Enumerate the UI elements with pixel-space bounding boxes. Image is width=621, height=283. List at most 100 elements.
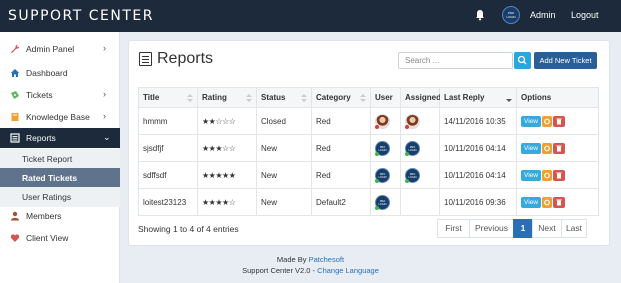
settings-button[interactable]: [542, 196, 552, 208]
sidebar-subitem-rated-tickets[interactable]: Rated Tickets: [0, 168, 120, 188]
column-header-options: Options: [516, 87, 599, 108]
pager-page-1[interactable]: 1: [513, 219, 533, 238]
user-avatar[interactable]: PRO LOGIN: [375, 167, 390, 183]
user-avatar[interactable]: PRO LOGIN: [375, 194, 390, 210]
app-title[interactable]: SUPPORT CENTER: [8, 8, 154, 24]
status-dot: [405, 178, 409, 183]
sort-icon: [246, 94, 252, 102]
cell-rating: ★★★★☆: [197, 188, 257, 216]
gear-icon: [544, 172, 550, 178]
home-icon: [10, 69, 20, 77]
view-button[interactable]: View: [521, 169, 541, 181]
sidebar-item-tickets[interactable]: Tickets ›: [0, 85, 120, 105]
cell-rating: ★★★★★: [197, 161, 257, 189]
table-row: sjsdfjf ★★★☆☆ New Red PRO LOGIN PRO LOGIN …: [138, 134, 599, 162]
cell-options: View: [516, 107, 599, 135]
ticket-icon: [11, 91, 19, 99]
column-header-last-reply[interactable]: Last Reply: [439, 87, 517, 108]
cell-rating: ★★★☆☆: [197, 134, 257, 162]
wrench-icon: [11, 44, 20, 54]
add-new-ticket-button[interactable]: Add New Ticket: [534, 52, 597, 69]
cell-title: hmmm: [138, 107, 198, 135]
heart-icon: [10, 234, 20, 242]
column-header-user[interactable]: User: [370, 87, 401, 108]
logout-link[interactable]: Logout: [571, 10, 599, 20]
search-input[interactable]: [398, 52, 513, 69]
cell-status: New: [256, 134, 312, 162]
patchesoft-link[interactable]: Patchesoft: [309, 255, 344, 264]
status-dot: [405, 151, 409, 156]
assigned-avatar[interactable]: PRO LOGIN: [405, 140, 420, 156]
user-avatar[interactable]: PRO LOGIN: [375, 140, 390, 156]
trash-icon: [556, 199, 562, 205]
sidebar-item-dashboard[interactable]: Dashboard: [0, 63, 120, 83]
gear-icon: [544, 199, 550, 205]
gear-icon: [544, 145, 550, 151]
change-language-link[interactable]: Change Language: [317, 266, 379, 275]
footer-credit: Made By Patchesoft: [276, 255, 345, 264]
sidebar-subitem-user-ratings[interactable]: User Ratings: [0, 187, 120, 207]
delete-button[interactable]: [553, 115, 565, 127]
sidebar-item-knowledge-base[interactable]: Knowledge Base ›: [0, 107, 120, 127]
view-button[interactable]: View: [521, 196, 541, 208]
entries-info: Showing 1 to 4 of 4 entries: [138, 224, 239, 234]
cell-status: New: [256, 188, 312, 216]
cell-last-reply: 14/11/2016 10:35: [439, 107, 517, 135]
search-button[interactable]: [514, 52, 531, 69]
cell-rating: ★★☆☆☆: [197, 107, 257, 135]
sidebar-item-client-view[interactable]: Client View: [0, 228, 120, 248]
view-button[interactable]: View: [521, 115, 541, 127]
sidebar-subitem-ticket-report[interactable]: Ticket Report: [0, 149, 120, 169]
cell-last-reply: 10/11/2016 04:14: [439, 161, 517, 189]
column-header-rating[interactable]: Rating: [197, 87, 257, 108]
settings-button[interactable]: [542, 142, 552, 154]
column-header-title[interactable]: Title: [138, 87, 198, 108]
pager-next[interactable]: Next: [532, 219, 562, 238]
table-header-row: Title Rating Status Category User Assign…: [138, 87, 599, 108]
top-navbar: SUPPORT CENTER PRO LOGIN Admin Logout: [0, 0, 621, 32]
page-title: Reports: [157, 50, 214, 67]
cell-category: Red: [311, 107, 371, 135]
sidebar-item-admin-panel[interactable]: Admin Panel ›: [0, 39, 120, 59]
cell-title: sdffsdf: [138, 161, 198, 189]
user-avatar[interactable]: [375, 113, 390, 129]
pager-previous[interactable]: Previous: [469, 219, 514, 238]
trash-icon: [556, 172, 562, 178]
cell-category: Red: [311, 134, 371, 162]
delete-button[interactable]: [553, 169, 565, 181]
reports-table: Title Rating Status Category User Assign…: [138, 87, 599, 216]
chevron-down-icon: ⌄: [103, 132, 111, 142]
reports-panel: Reports Add New Ticket Title Rating Stat…: [128, 40, 610, 246]
assigned-avatar[interactable]: [405, 113, 420, 129]
status-dot: [375, 178, 379, 183]
bell-icon[interactable]: [474, 9, 486, 21]
column-header-assigned[interactable]: Assigned: [400, 87, 441, 108]
view-button[interactable]: View: [521, 142, 541, 154]
gear-icon: [544, 118, 550, 124]
assigned-avatar[interactable]: PRO LOGIN: [405, 167, 420, 183]
user-menu-link[interactable]: Admin: [530, 10, 556, 20]
cell-category: Default2: [311, 188, 371, 216]
chevron-right-icon: ›: [103, 111, 106, 121]
cell-last-reply: 10/11/2016 09:36: [439, 188, 517, 216]
chevron-right-icon: ›: [103, 89, 106, 99]
sidebar-item-reports[interactable]: Reports ⌄: [0, 128, 120, 148]
sort-icon: [187, 94, 193, 102]
cell-assigned-empty: [400, 188, 440, 216]
settings-button[interactable]: [542, 169, 552, 181]
sidebar-item-members[interactable]: Members: [0, 206, 120, 226]
settings-button[interactable]: [542, 115, 552, 127]
list-icon: [139, 52, 152, 66]
delete-button[interactable]: [553, 142, 565, 154]
cell-title: sjsdfjf: [138, 134, 198, 162]
user-avatar[interactable]: PRO LOGIN: [502, 6, 520, 24]
cell-title: loitest23123: [138, 188, 198, 216]
status-dot: [375, 124, 379, 129]
trash-icon: [556, 145, 562, 151]
column-header-category[interactable]: Category: [311, 87, 371, 108]
pager-first[interactable]: First: [437, 219, 470, 238]
delete-button[interactable]: [553, 196, 565, 208]
column-header-status[interactable]: Status: [256, 87, 312, 108]
table-row: loitest23123 ★★★★☆ New Default2 PRO LOGIN…: [138, 188, 599, 216]
pager-last[interactable]: Last: [561, 219, 587, 238]
